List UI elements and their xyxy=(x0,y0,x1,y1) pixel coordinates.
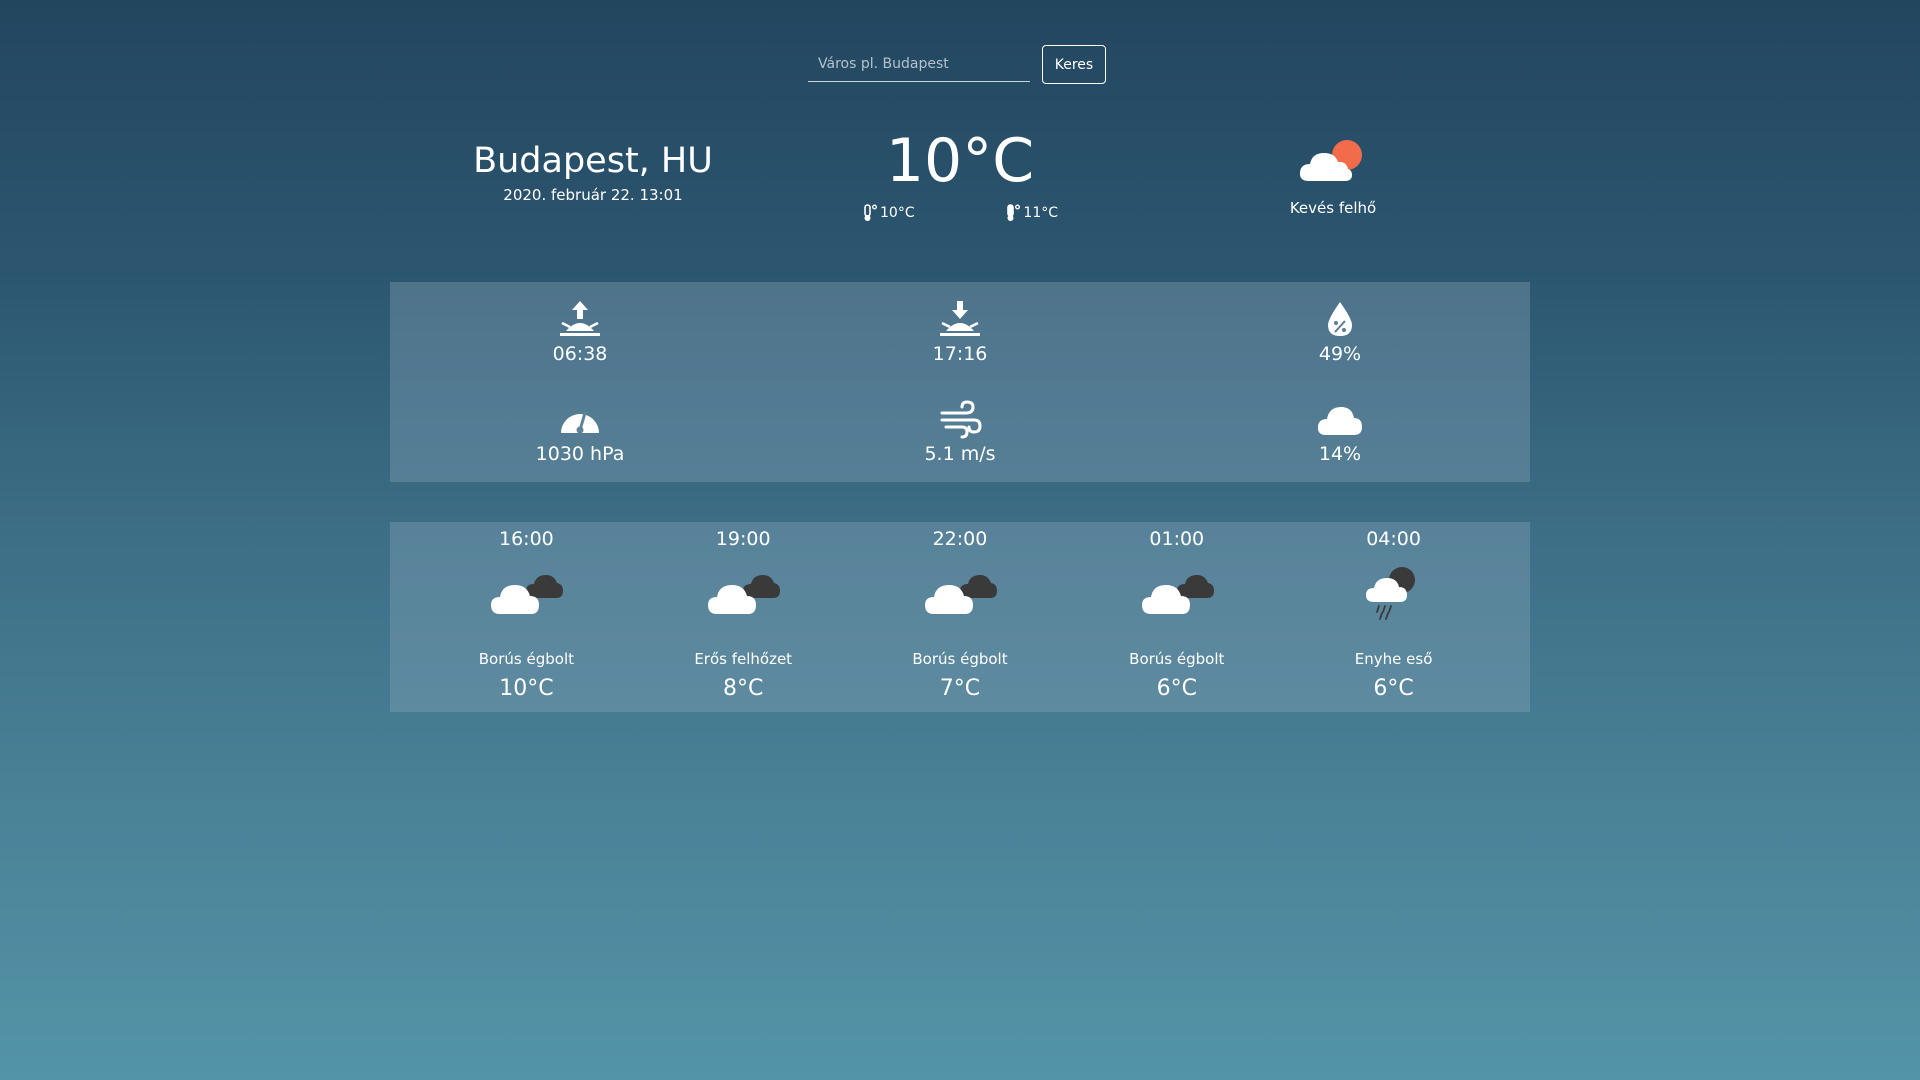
temp-max-value: 11°C xyxy=(1023,205,1058,221)
wind-stat: 5.1 m/s xyxy=(770,382,1150,482)
temp-max: 11°C xyxy=(1005,204,1058,222)
cloudiness-value: 14% xyxy=(1318,443,1362,465)
humidity-drop-icon xyxy=(1328,302,1352,336)
sunrise-value: 06:38 xyxy=(552,343,608,365)
forecast-temp: 7°C xyxy=(939,676,981,701)
search-button[interactable]: Keres xyxy=(1042,45,1106,84)
sunset-value: 17:16 xyxy=(932,343,988,365)
forecast-temp: 6°C xyxy=(1373,676,1414,701)
forecast-item: 22:00 Borús égbolt 7°C xyxy=(870,522,1050,712)
humidity-value: 49% xyxy=(1318,343,1362,365)
overcast-clouds-icon xyxy=(1141,575,1214,614)
sunset-icon xyxy=(940,301,980,336)
temp-min: 10°C xyxy=(862,204,915,222)
temp-min-value: 10°C xyxy=(880,205,915,221)
overcast-clouds-icon xyxy=(491,575,564,614)
wind-icon xyxy=(940,400,982,439)
cloud-icon xyxy=(1317,407,1362,435)
broken-clouds-icon xyxy=(708,575,781,614)
few-clouds-day-icon xyxy=(1299,140,1362,181)
forecast-item: 16:00 Borús égbolt 10°C xyxy=(436,522,616,712)
light-rain-icon xyxy=(1365,567,1415,620)
forecast-description: Borús égbolt xyxy=(912,650,1008,668)
forecast-temp: 10°C xyxy=(499,676,554,701)
current-condition: Kevés felhő xyxy=(1233,135,1433,217)
search-bar: Keres xyxy=(808,45,1106,84)
forecast-temp: 6°C xyxy=(1156,676,1197,701)
sunset-stat: 17:16 xyxy=(770,282,1150,382)
cloudiness-stat: 14% xyxy=(1150,382,1530,482)
pressure-stat: 1030 hPa xyxy=(390,382,770,482)
thermometer-low-icon xyxy=(864,204,877,221)
city-search-input[interactable] xyxy=(808,47,1030,82)
forecast-description: Borús égbolt xyxy=(1129,650,1225,668)
forecast-temp: 8°C xyxy=(723,676,764,701)
pressure-value: 1030 hPa xyxy=(535,443,625,465)
current-temperature: 10°C xyxy=(885,126,1035,196)
overcast-clouds-icon xyxy=(924,575,997,614)
forecast-time: 22:00 xyxy=(932,528,988,550)
sunrise-icon xyxy=(560,301,600,336)
forecast-description: Borús égbolt xyxy=(478,650,574,668)
forecast-description: Erős felhőzet xyxy=(694,650,793,668)
humidity-stat: 49% xyxy=(1150,282,1530,382)
forecast-description: Enyhe eső xyxy=(1354,650,1433,668)
city-block: Budapest, HU 2020. február 22. 13:01 xyxy=(443,140,743,204)
forecast-time: 19:00 xyxy=(715,528,771,550)
forecast-item: 04:00 Enyhe eső 6°C xyxy=(1304,522,1484,712)
weather-stats-panel: 06:38 17:16 49% 1030 hPa 5.1 m/s 14% xyxy=(390,282,1530,482)
barometer-icon xyxy=(561,411,599,434)
forecast-time: 16:00 xyxy=(499,528,554,550)
wind-value: 5.1 m/s xyxy=(924,443,996,465)
temp-range: 10°C 11°C xyxy=(830,204,1090,222)
thermometer-high-icon xyxy=(1007,204,1021,221)
forecast-item: 19:00 Erős felhőzet 8°C xyxy=(653,522,833,712)
forecast-item: 01:00 Borús égbolt 6°C xyxy=(1087,522,1267,712)
forecast-time: 04:00 xyxy=(1366,528,1421,550)
condition-label: Kevés felhő xyxy=(1289,199,1377,217)
current-temperature-block: 10°C 10°C 11°C xyxy=(830,128,1090,222)
city-name: Budapest, HU xyxy=(473,141,713,181)
forecast-panel: 16:00 Borús égbolt 10°C 19:00 Erős felhő… xyxy=(390,522,1530,712)
current-datetime: 2020. február 22. 13:01 xyxy=(503,186,683,204)
forecast-time: 01:00 xyxy=(1149,528,1205,550)
sunrise-stat: 06:38 xyxy=(390,282,770,382)
